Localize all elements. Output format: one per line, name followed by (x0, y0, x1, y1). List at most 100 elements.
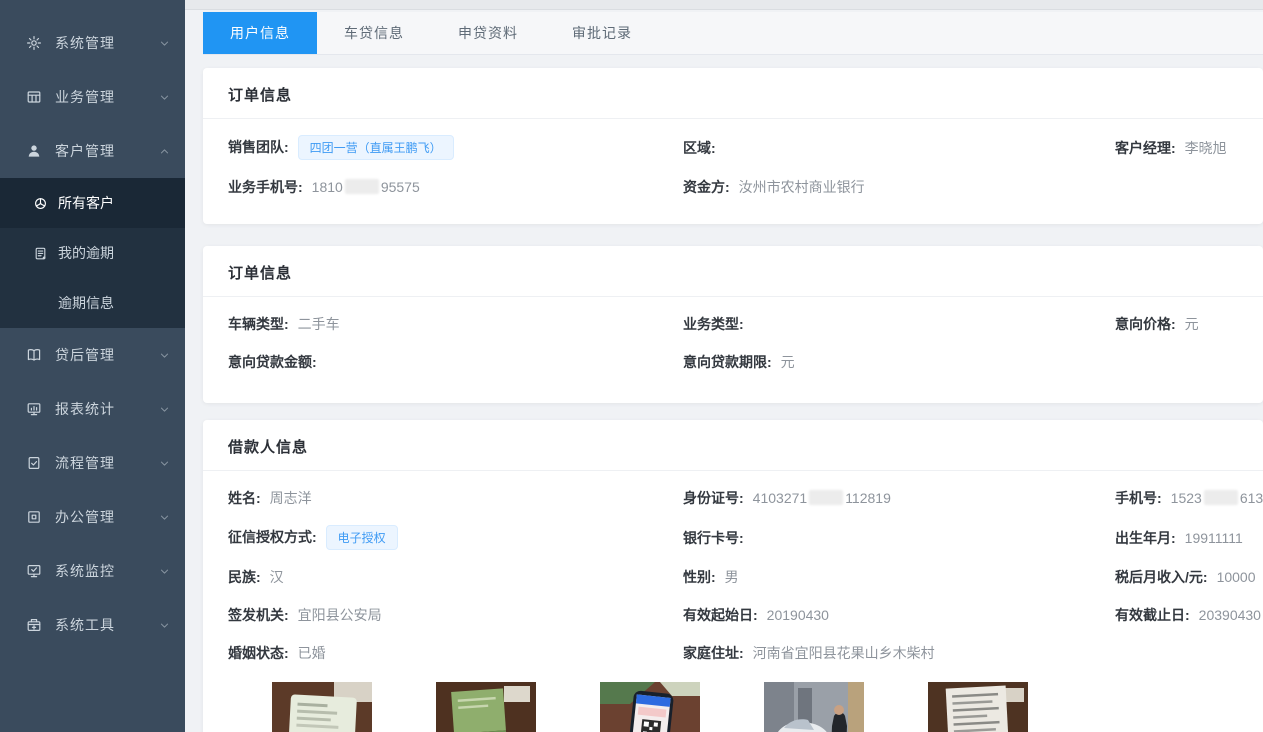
field-label-account-manager: 客户经理: (1115, 140, 1176, 156)
tab-approval-records[interactable]: 审批记录 (545, 12, 659, 54)
sidebar-subitem-my-overdue[interactable]: 我的逾期 (0, 228, 185, 278)
field-credit-auth-method: 征信授权方式:电子授权 (228, 525, 683, 550)
field-marital-status: 婚姻状态:已婚 (228, 643, 683, 663)
tab-loan-application-docs[interactable]: 申贷资料 (431, 12, 545, 54)
value-part: 112819 (845, 490, 891, 506)
censored-blur (809, 490, 843, 505)
field-region: 区域: (683, 138, 1115, 158)
field-id-number: 身份证号:4103271112819 (683, 488, 1115, 508)
tag-credit-auth-method[interactable]: 电子授权 (326, 525, 398, 550)
paper-doc-photo[interactable] (928, 682, 1028, 732)
photo-wrap-phone-qr-photo: 征信授权 (600, 682, 700, 732)
field-after-tax-income: 税后月收入/元:10000 (1115, 567, 1256, 587)
chevron-down-icon (158, 619, 171, 632)
field-business-type: 业务类型: (683, 314, 1115, 334)
tab-car-loan-info[interactable]: 车贷信息 (317, 12, 431, 54)
book-icon (26, 347, 42, 363)
field-account-manager: 客户经理: 李晓旭 (1115, 138, 1238, 158)
chevron-down-icon (158, 511, 171, 524)
field-value-intent-price: 元 (1185, 316, 1199, 332)
sidebar-item-label: 系统管理 (55, 33, 158, 53)
sidebar-item-system-management[interactable]: 系统管理 (0, 16, 185, 70)
sidebar-subitem-overdue-info[interactable]: 逾期信息 (0, 278, 185, 328)
field-row: 征信授权方式:电子授权银行卡号:出生年月:19911111 (203, 525, 1263, 550)
photo-wrap-id-card-photo: 身份证 (272, 682, 372, 732)
cards-container: 订单信息销售团队:四团一营（直属王鹏飞）区域:客户经理:李晓旭业务手机号:181… (185, 68, 1263, 732)
sidebar-item-report-statistics[interactable]: 报表统计 (0, 382, 185, 436)
flow-icon (26, 455, 42, 471)
sidebar-item-office-management[interactable]: 办公管理 (0, 490, 185, 544)
field-issuing-authority: 签发机关:宜阳县公安局 (228, 605, 683, 625)
field-value-account-manager: 李晓旭 (1185, 140, 1227, 156)
field-phone-number: 手机号: 15236137 (1115, 488, 1263, 508)
sidebar-subitem-label: 逾期信息 (58, 293, 114, 313)
phone-qr-photo[interactable] (600, 682, 700, 732)
field-label-business-phone: 业务手机号: (228, 179, 303, 195)
field-vehicle-type: 车辆类型: 二手车 (228, 314, 683, 334)
chevron-down-icon (158, 349, 171, 362)
sidebar-subitem-all-customers[interactable]: 所有客户 (0, 178, 185, 228)
main-content: 用户信息车贷信息申贷资料审批记录 订单信息销售团队:四团一营（直属王鹏飞）区域:… (185, 0, 1263, 732)
field-gender: 性别:男 (683, 567, 1115, 587)
tag-sales-team[interactable]: 四团一营（直属王鹏飞） (298, 135, 454, 160)
field-value-vehicle-type: 二手车 (298, 316, 340, 332)
field-label-phone-number: 手机号: (1115, 490, 1162, 506)
sidebar-subitem-label: 我的逾期 (58, 243, 114, 263)
borrower-info-card: 借款人信息姓名:周志洋身份证号:4103271112819手机号:1523613… (203, 420, 1263, 732)
field-home-address: 家庭住址: 河南省宜阳县花果山乡木柴村 (683, 643, 1115, 663)
order-info-card-2: 订单信息车辆类型:二手车业务类型:意向价格:元意向贷款金额:意向贷款期限:元 (203, 246, 1263, 403)
order-info-card-1: 订单信息销售团队:四团一营（直属王鹏飞）区域:客户经理:李晓旭业务手机号:181… (203, 68, 1263, 224)
sidebar-subitem-label: 所有客户 (58, 193, 114, 213)
field-intent-loan-term: 意向贷款期限:元 (683, 352, 1115, 372)
grid-icon (26, 89, 42, 105)
sidebar-item-label: 业务管理 (55, 87, 158, 107)
sidebar-item-business-management[interactable]: 业务管理 (0, 70, 185, 124)
chart-icon (26, 401, 42, 417)
field-value-borrower-name: 周志洋 (270, 490, 312, 506)
field-value-valid-end-date: 20390430 (1199, 607, 1261, 623)
censored-blur (1204, 490, 1238, 505)
field-row: 签发机关:宜阳县公安局有效起始日: 20190430 有效截止日:20390430 (203, 604, 1263, 626)
sidebar-item-post-loan-management[interactable]: 贷后管理 (0, 328, 185, 382)
gear-icon (26, 35, 42, 51)
field-label-after-tax-income: 税后月收入/元: (1115, 569, 1208, 585)
field-label-marital-status: 婚姻状态: (228, 645, 289, 661)
sidebar-item-label: 客户管理 (55, 141, 158, 161)
field-label-business-type: 业务类型: (683, 316, 744, 332)
sidebar-item-system-monitoring[interactable]: 系统监控 (0, 544, 185, 598)
green-booklet-photo[interactable] (436, 682, 536, 732)
field-label-home-address: 家庭住址: (683, 645, 744, 661)
office-icon (26, 509, 42, 525)
field-funder: 资金方:汝州市农村商业银行 (683, 177, 1115, 197)
field-row: 车辆类型:二手车业务类型:意向价格:元 (203, 313, 1263, 335)
field-value-id-number: 4103271112819 (753, 490, 891, 506)
wheel-icon (33, 196, 48, 211)
sidebar-item-system-tools[interactable]: 系统工具 (0, 598, 185, 652)
card-divider (203, 118, 1263, 119)
value-part: 6137 (1240, 490, 1263, 506)
value-part: 95575 (381, 179, 420, 195)
field-business-phone: 业务手机号:181095575 (228, 177, 683, 197)
id-card-photo[interactable] (272, 682, 372, 732)
field-intent-loan-amount: 意向贷款金额: (228, 352, 683, 372)
tab-user-info[interactable]: 用户信息 (203, 12, 317, 54)
field-bank-card-number: 银行卡号: (683, 528, 1115, 548)
sidebar-item-customer-management[interactable]: 客户管理 (0, 124, 185, 178)
field-label-sales-team: 销售团队: (228, 139, 289, 155)
field-value-phone-number: 15236137 (1171, 490, 1263, 506)
field-label-funder: 资金方: (683, 179, 730, 195)
field-label-valid-start-date: 有效起始日: (683, 607, 758, 623)
field-sales-team: 销售团队: 四团一营（直属王鹏飞） (228, 135, 683, 160)
field-label-vehicle-type: 车辆类型: (228, 316, 289, 332)
sidebar-item-process-management[interactable]: 流程管理 (0, 436, 185, 490)
chevron-down-icon (158, 457, 171, 470)
field-ethnicity: 民族:汉 (228, 567, 683, 587)
field-value-home-address: 河南省宜阳县花果山乡木柴村 (753, 645, 935, 661)
photo-wrap-paper-doc-photo: 其他材料 (928, 682, 1028, 732)
field-borrower-name: 姓名:周志洋 (228, 488, 683, 508)
sidebar-item-label: 报表统计 (55, 399, 158, 419)
field-valid-start-date: 有效起始日: 20190430 (683, 605, 1115, 625)
person-car-photo[interactable] (764, 682, 864, 732)
field-value-valid-start-date: 20190430 (767, 607, 829, 623)
field-valid-end-date: 有效截止日:20390430 (1115, 605, 1261, 625)
